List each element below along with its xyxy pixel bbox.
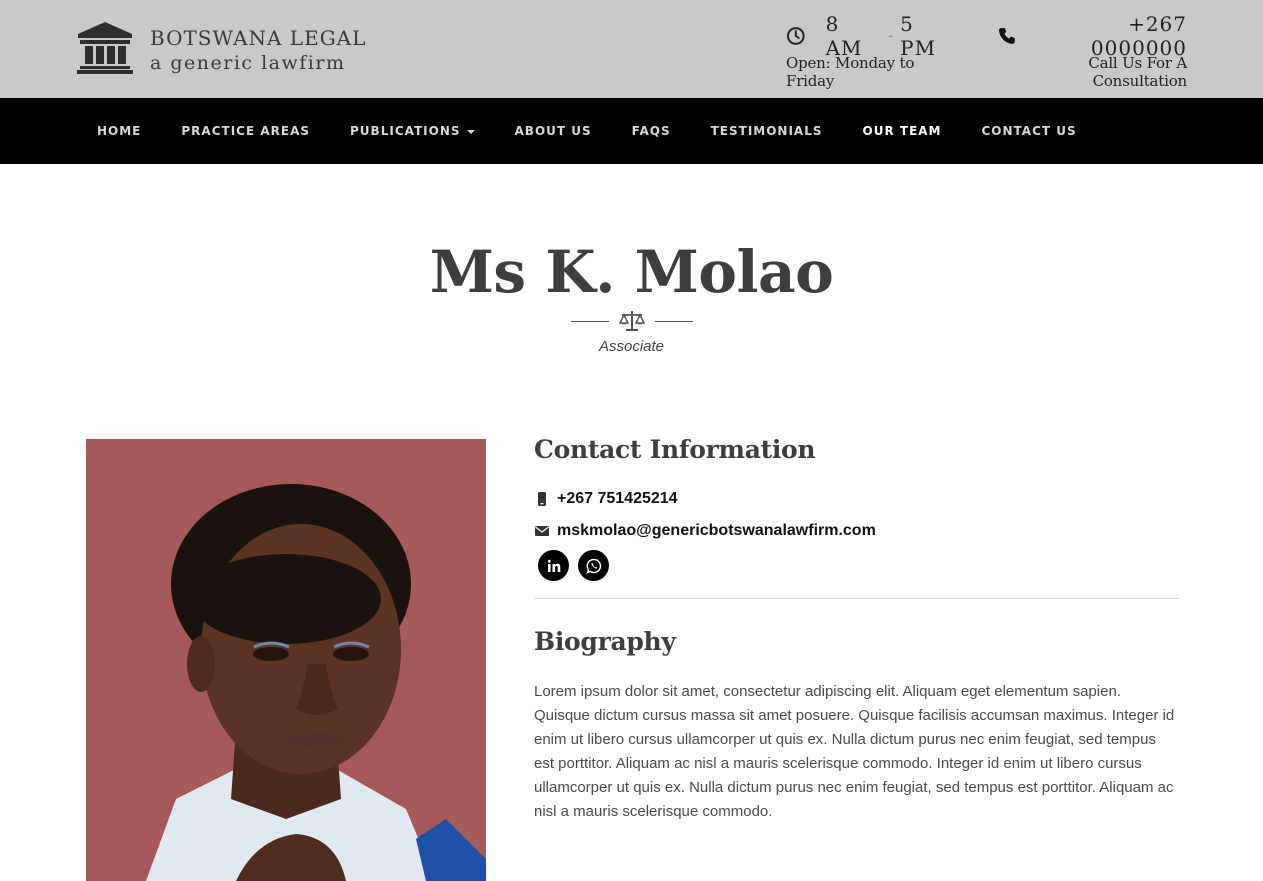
brand-title: BOTSWANA LEGAL [150,25,367,50]
biography-text: Lorem ipsum dolor sit amet, consectetur … [534,683,1175,820]
profile-photo [86,439,486,881]
top-header: BOTSWANA LEGAL a generic lawfirm 8 AM - … [0,0,1263,98]
hours-close: 5 PM [900,12,937,60]
linkedin-icon [547,559,560,572]
brand-logo[interactable]: BOTSWANA LEGAL a generic lawfirm [76,20,366,74]
biography-heading: Biography [534,627,676,656]
nav-our-team[interactable]: OUR TEAM [863,124,942,138]
nav-home[interactable]: HOME [97,124,141,138]
nav-practice-areas[interactable]: PRACTICE AREAS [181,124,310,138]
section-divider [534,598,1179,599]
scales-icon [619,311,645,331]
phone-icon [998,28,1015,44]
hours-dash: - [888,28,895,44]
mobile-phone-icon [538,492,546,506]
office-hours: 8 AM - 5 PM Open: Monday to Friday [786,12,956,90]
chevron-down-icon [466,129,475,134]
phone-caption: Call Us For A Consultation [1088,54,1187,90]
profile-info: Contact Information +267 751425214 mskmo… [534,435,1179,824]
nav-contact-us[interactable]: CONTACT US [982,124,1077,138]
whatsapp-icon [585,558,601,574]
nav-testimonials[interactable]: TESTIMONIALS [711,124,823,138]
whatsapp-button[interactable] [578,550,609,581]
social-links [538,550,1179,581]
profile-role: Associate [598,338,665,355]
envelope-icon [535,526,549,536]
header-phone[interactable]: +267 0000000 Call Us For A Consultation [997,12,1187,90]
clock-icon [786,27,805,45]
main-nav: HOME PRACTICE AREAS PUBLICATIONS ABOUT U… [0,98,1263,164]
nav-about-us[interactable]: ABOUT US [515,124,592,138]
contact-heading: Contact Information [534,435,816,464]
page-title: Ms K. Molao [429,238,834,306]
nav-faqs[interactable]: FAQS [632,124,671,138]
nav-publications-label: PUBLICATIONS [350,124,461,138]
courthouse-icon [77,22,133,74]
contact-email[interactable]: mskmolao@genericbotswanalawfirm.com [534,522,1179,540]
contact-phone-number: +267 751425214 [557,490,678,507]
header-phone-number: +267 0000000 [1090,12,1187,60]
contact-phone[interactable]: +267 751425214 [534,490,1179,508]
linkedin-button[interactable] [538,550,569,581]
nav-publications[interactable]: PUBLICATIONS [350,124,475,138]
brand-subtitle: a generic lawfirm [150,51,346,74]
contact-email-address: mskmolao@genericbotswanalawfirm.com [557,522,876,539]
title-divider [571,309,693,333]
hours-open: 8 AM [825,12,863,60]
